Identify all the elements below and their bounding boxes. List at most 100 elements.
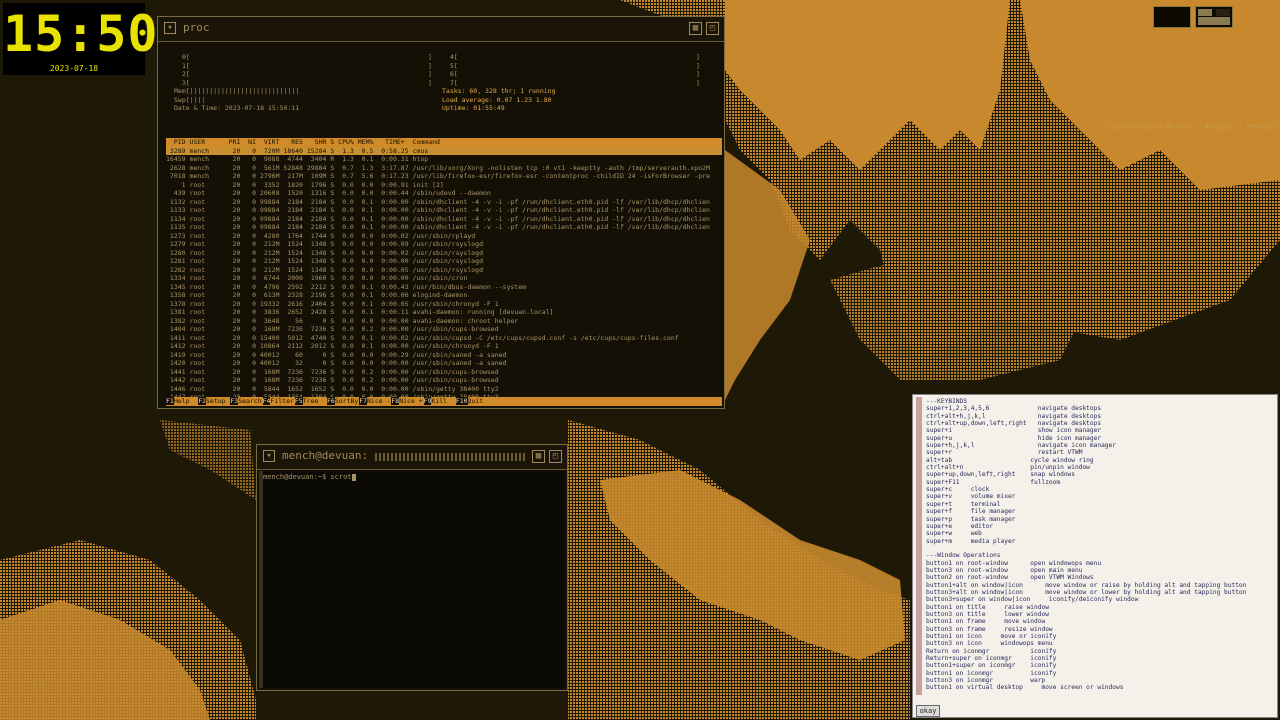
fkey-f8[interactable]: F8Nice + — [391, 397, 423, 406]
okay-button[interactable]: okay — [916, 705, 940, 717]
process-row[interactable]: 1282 root 20 0 212M 1524 1348 S 0.0 0.0 … — [166, 266, 722, 275]
desktop-icon-label[interactable]: cmus — [34, 676, 51, 684]
cpu-meter-5: 5[ — [450, 61, 458, 70]
clock-time: 15:50 — [3, 5, 159, 63]
fkey-f9[interactable]: F9Kill — [423, 397, 455, 406]
cpu-bracket: ] — [696, 78, 700, 87]
iconify-icon[interactable]: ▦ — [532, 450, 545, 463]
process-row[interactable]: 2628 mench 20 0 561M 52848 29884 S 0.7 1… — [166, 164, 722, 173]
fkey-label: Nice + — [399, 397, 423, 405]
process-row[interactable]: 1135 root 20 0 99884 2184 2184 S 0.0 0.1… — [166, 223, 722, 232]
fkey-f7[interactable]: F7Nice - — [359, 397, 391, 406]
cpu-meter-6: 6[ — [450, 70, 458, 78]
fkey-number: F7 — [359, 397, 368, 405]
load-meter: Load average: 0.07 1.23 1.80 — [442, 95, 552, 104]
fkey-f1[interactable]: F1Help — [166, 397, 197, 406]
process-table-header[interactable]: PID USER PRI NI VIRT RES SHR S CPU% MEM%… — [166, 138, 722, 147]
window-title: mench@devuan: ~ — [282, 449, 382, 462]
maximize-icon[interactable]: ◰ — [549, 450, 562, 463]
fkey-f5[interactable]: F5Tree — [294, 397, 326, 406]
fkey-label: Nice - — [367, 397, 391, 405]
keybinds-scrollbar[interactable] — [916, 397, 922, 695]
fkey-f6[interactable]: F6SortBy — [327, 397, 358, 406]
tasks-meter: Tasks: 60, 328 thr; 1 running — [442, 87, 556, 95]
window-title: proc — [183, 21, 210, 34]
desktop-pager-2[interactable] — [1195, 6, 1233, 28]
htop-titlebar[interactable]: ▾ proc ▦ ◰ — [158, 17, 724, 42]
process-row[interactable]: 16459 mench 20 0 9088 4744 3404 R 1.3 0.… — [166, 155, 722, 164]
fkey-number: F10 — [455, 397, 468, 405]
cpu-meter-3: 3[ — [182, 78, 190, 87]
keybinds-text: ---KEYBINDS super+1,2,3,4,5,6 navigate d… — [926, 398, 1247, 692]
process-row[interactable]: 1441 root 20 0 168M 7236 7236 S 0.0 0.2 … — [166, 368, 722, 377]
terminal-titlebar[interactable]: ▾ mench@devuan: ~ ▦ ◰ — [257, 445, 567, 470]
process-row[interactable]: 1 root 20 0 3352 1820 1796 S 0.0 0.0 0:0… — [166, 181, 722, 190]
process-row[interactable]: 439 root 20 0 20608 1520 1316 S 0.0 0.0 … — [166, 189, 722, 198]
process-row[interactable]: 1404 root 20 0 168M 7236 7236 S 0.0 0.2 … — [166, 325, 722, 334]
titlebar-stripes — [375, 453, 525, 461]
uptime-meter: Uptime: 01:55:49 — [442, 104, 505, 112]
process-row[interactable]: 1382 root 20 0 3648 56 0 S 0.0 0.0 0:00.… — [166, 317, 722, 326]
process-row[interactable]: 1420 root 20 0 40012 32 0 S 0.0 0.0 0:00… — [166, 359, 722, 368]
process-row[interactable]: 1446 root 20 0 5844 1652 1652 S 0.0 0.0 … — [166, 385, 722, 394]
terminal-body[interactable]: mench@devuan:~$ scrot — [259, 471, 565, 688]
process-row[interactable]: 1281 root 20 0 212M 1524 1348 S 0.0 0.0 … — [166, 257, 722, 266]
swap-meter: Swp[|||| — [174, 95, 206, 104]
process-row[interactable]: 1411 root 20 0 15400 5012 4740 S 0.0 0.1… — [166, 334, 722, 343]
cpu-meter-7: 7[ — [450, 78, 458, 87]
process-row[interactable]: 1279 root 20 0 212M 1524 1348 S 0.0 0.0 … — [166, 240, 722, 249]
cpu-meter-4: 4[ — [450, 53, 458, 61]
process-row[interactable]: 1273 root 20 0 4280 1764 1744 S 0.0 0.0 … — [166, 232, 722, 241]
process-row[interactable]: 1133 root 20 0 99884 2184 2184 S 0.0 0.1… — [166, 206, 722, 215]
cpu-bracket: ] — [696, 61, 700, 70]
terminal-cursor — [351, 473, 356, 481]
process-row[interactable]: 1358 root 20 0 613M 2328 2196 S 0.0 0.1 … — [166, 291, 722, 300]
process-row[interactable]: 1442 root 20 0 168M 7236 7236 S 0.0 0.2 … — [166, 376, 722, 385]
keybinds-window[interactable]: ---KEYBINDS super+1,2,3,4,5,6 navigate d… — [912, 394, 1278, 718]
process-row[interactable]: 1381 root 20 0 3836 2652 2428 S 0.0 0.1 … — [166, 308, 722, 317]
process-row[interactable]: 1280 root 20 0 212M 1524 1348 S 0.0 0.0 … — [166, 249, 722, 258]
process-row[interactable]: 1334 root 20 0 6744 2000 1960 S 0.0 0.0 … — [166, 274, 722, 283]
process-row[interactable]: 1132 root 20 0 99884 2184 2184 S 0.0 0.1… — [166, 198, 722, 207]
window-menu-icon[interactable]: ▾ — [164, 22, 176, 34]
process-row[interactable]: 1378 root 20 0 19332 2616 2404 S 0.0 0.1… — [166, 300, 722, 309]
terminal-prompt: mench@devuan:~$ scrot — [263, 473, 356, 481]
chat-bubble-icon — [1175, 90, 1199, 118]
mem-meter: Mem[|||||||||||||||||||||||||||| — [174, 87, 300, 95]
fkey-number: F6 — [327, 397, 335, 405]
cpu-meter-2: 2[ — [182, 70, 190, 78]
iconify-icon[interactable]: ▦ — [689, 22, 702, 35]
terminal-window[interactable]: ▾ mench@devuan: ~ ▦ ◰ mench@devuan:~$ sc… — [256, 444, 568, 691]
cpu-meter-0: 0[ — [182, 53, 190, 61]
datetime-meter: Date & Time: 2023-07-18 15:50:11 — [174, 104, 300, 112]
fkey-f2[interactable]: F2Setup — [198, 397, 229, 406]
function-key-bar: F1Help F2Setup F3Search F4Filter F5Tree F6… — [166, 397, 722, 406]
pager-window-thumb — [1198, 17, 1230, 25]
cpu-bracket: ] — [696, 70, 700, 78]
fkey-label: Help — [173, 397, 198, 405]
process-row[interactable]: 7018 mench 20 0 2796M 217M 109M S 0.7 5.… — [166, 172, 722, 181]
fkey-f4[interactable]: F4Filter — [262, 397, 294, 406]
fkey-label: Kill — [431, 397, 455, 405]
fkey-label: Quit — [467, 397, 484, 405]
fkey-label: Setup — [206, 397, 230, 405]
cpu-bracket: ] — [428, 53, 432, 61]
process-row[interactable]: 1345 root 20 0 4796 2592 2212 S 0.0 0.1 … — [166, 283, 722, 292]
process-row-selected[interactable]: 3289 mench 20 0 720M 18640 15284 S 1.3 0… — [166, 146, 722, 155]
htop-window[interactable]: ▾ proc ▦ ◰ 0[ 1[ 2[ 3[ ] ] ] ] 4[ 5[ 6[ … — [157, 16, 725, 409]
terminal-command: mench@devuan:~$ scrot — [263, 473, 352, 481]
process-row[interactable]: 1134 root 20 0 99884 2184 2184 S 0.0 0.1… — [166, 215, 722, 224]
clock-widget: 15:50 2023-07-18 — [3, 3, 159, 75]
maximize-icon[interactable]: ◰ — [706, 22, 719, 35]
fkey-number: F2 — [198, 397, 207, 405]
pager-window-thumb — [1198, 9, 1212, 16]
terminal-scrollbar[interactable] — [259, 471, 263, 688]
process-row[interactable]: 1419 root 20 0 40012 60 0 S 0.0 0.0 0:00… — [166, 351, 722, 360]
process-row[interactable]: 1412 root 20 0 10864 2112 2012 S 0.0 0.1… — [166, 342, 722, 351]
window-menu-icon[interactable]: ▾ — [263, 450, 275, 462]
cpu-bracket: ] — [428, 61, 432, 70]
fkey-f3[interactable]: F3Search — [230, 397, 262, 406]
htop-content: 0[ 1[ 2[ 3[ ] ] ] ] 4[ 5[ 6[ 7[ ] ] ] ] … — [166, 43, 722, 406]
fkey-f10[interactable]: F10Quit — [455, 397, 484, 406]
desktop-pager-1[interactable] — [1153, 6, 1191, 28]
